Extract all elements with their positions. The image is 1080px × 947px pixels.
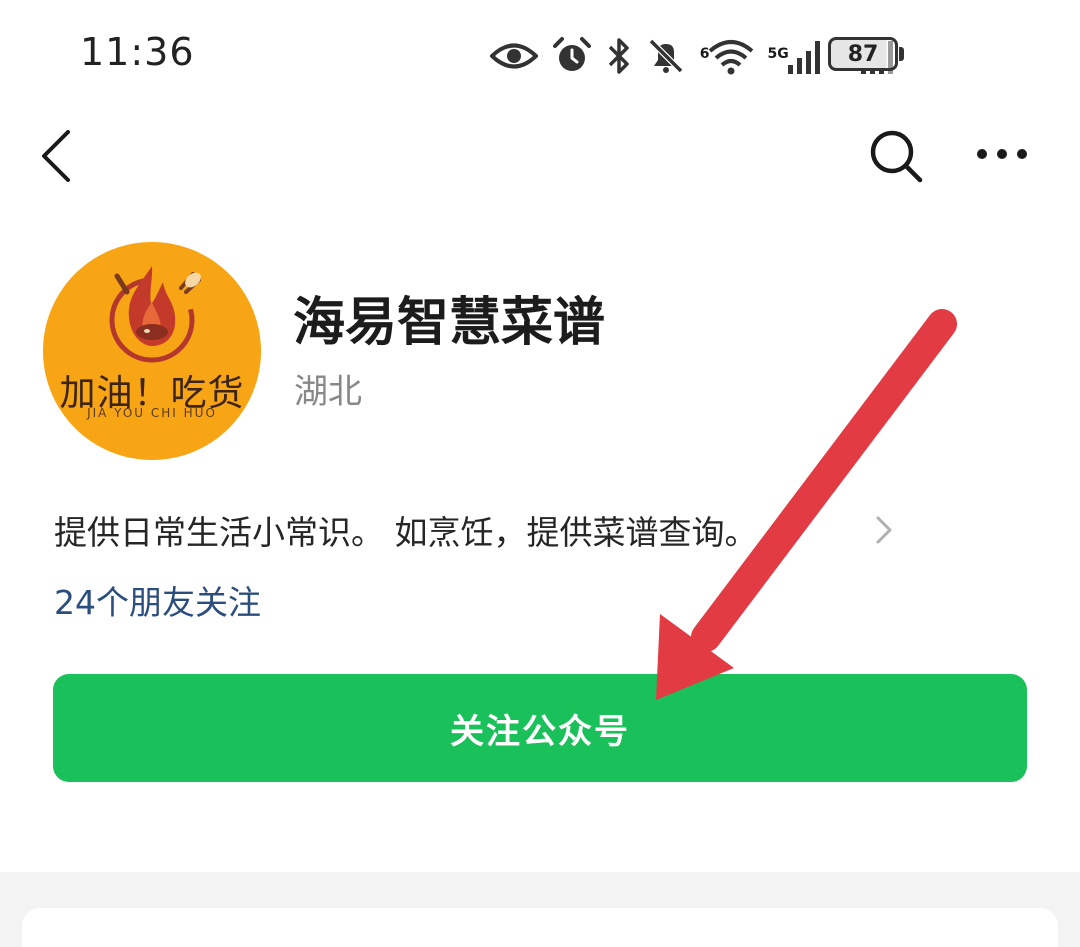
battery-level: 87 [847,41,879,67]
follow-account-button[interactable]: 关注公众号 [53,674,1027,782]
bluetooth-icon [608,38,629,74]
battery-tip [899,47,904,61]
chevron-left-icon[interactable] [36,128,76,184]
chevron-right-icon[interactable] [872,512,896,548]
account-description[interactable]: 提供日常生活小常识。 如烹饪，提供菜谱查询。 [54,506,758,554]
avatar-subtext: JIA YOU CHI HUO [87,406,217,420]
status-time: 11:36 [80,30,195,74]
eye-icon [489,43,538,69]
wifi-indicator: 6 [700,37,754,75]
fire-logo-icon [109,266,201,363]
signal-icon [787,41,820,74]
account-name: 海易智慧菜谱 [293,293,606,353]
more-horizontal-icon[interactable] [970,132,1034,176]
search-icon[interactable] [866,126,926,186]
battery-icon: 87 [828,37,898,71]
friends-following-link[interactable]: 24个朋友关注 [54,576,261,624]
bottom-card [22,908,1058,947]
mute-icon [648,38,683,74]
account-region: 湖北 [294,372,362,412]
wifi-icon [708,40,753,75]
alarm-icon [552,37,591,71]
wifi-label: 6 [699,46,710,62]
avatar[interactable]: 加油！吃货 JIA YOU CHI HUO [43,242,261,460]
signal-label-1: 5G [767,46,789,62]
signal-indicator-1: 5G [768,37,827,75]
